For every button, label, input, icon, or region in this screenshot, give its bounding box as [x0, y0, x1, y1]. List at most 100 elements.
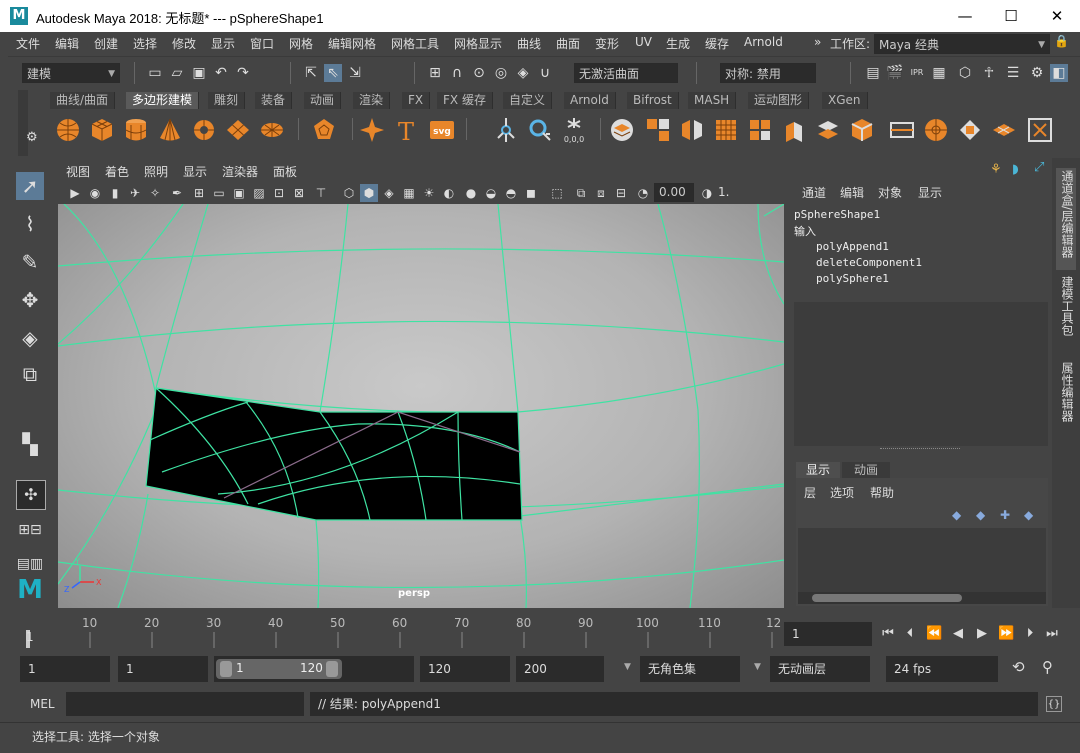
current-frame-field[interactable]: 1 — [784, 622, 872, 646]
menu-create[interactable]: 创建 — [94, 35, 118, 52]
tab-rendering[interactable]: 渲染 — [353, 92, 391, 109]
lasso-tool-icon[interactable]: ⌇ — [16, 210, 44, 238]
step-forward-frame-icon[interactable]: ⏵ — [1022, 626, 1038, 642]
command-input[interactable] — [66, 692, 304, 716]
animation-start-field[interactable]: 1 — [20, 656, 110, 682]
menu-surfaces[interactable]: 曲面 — [556, 35, 580, 52]
cb-input-delete-component[interactable]: deleteComponent1 — [816, 256, 922, 269]
camera-attributes-icon[interactable]: ◉ — [86, 184, 104, 202]
tab-mash[interactable]: MASH — [688, 92, 737, 109]
tab-fx[interactable]: FX — [402, 92, 431, 109]
tab-sculpting[interactable]: 雕刻 — [208, 92, 246, 109]
film-gate-icon[interactable]: ▭ — [210, 184, 228, 202]
menu-overflow-icon[interactable]: » — [814, 35, 821, 49]
bridge-icon[interactable] — [814, 116, 842, 144]
tab-poly-modeling[interactable]: 多边形建模 — [126, 92, 200, 109]
gamma-icon[interactable]: ◑ — [698, 184, 716, 202]
playback-start-field[interactable]: 1 — [118, 656, 208, 682]
grid-icon[interactable]: ⊞ — [190, 184, 208, 202]
animation-end-field[interactable]: 200 — [516, 656, 604, 682]
multi-cut-icon[interactable] — [990, 116, 1018, 144]
field-chart-icon[interactable]: ⊡ — [270, 184, 288, 202]
motion-blur-icon[interactable]: ◒ — [482, 184, 500, 202]
snap-curve-icon[interactable]: ∩ — [448, 64, 466, 82]
layer-menu-help[interactable]: 帮助 — [870, 484, 894, 501]
cb-node-name[interactable]: pSphereShape1 — [794, 208, 880, 221]
range-slider[interactable]: 1 120 — [214, 656, 414, 682]
undo-icon[interactable]: ↶ — [212, 64, 230, 82]
menu-cache[interactable]: 缓存 — [705, 35, 729, 52]
tool-settings-icon[interactable]: ⚙ — [1028, 64, 1046, 82]
2d-pan-zoom-icon[interactable]: ✧ — [146, 184, 164, 202]
chevron-down-icon[interactable]: ▼ — [624, 662, 631, 672]
bookmarks-icon[interactable]: ▮ — [106, 184, 124, 202]
redo-icon[interactable]: ↷ — [234, 64, 252, 82]
exposure-icon[interactable]: ◔ — [634, 184, 652, 202]
append-polygon-icon[interactable] — [888, 116, 916, 144]
type-tool-icon[interactable]: T — [392, 116, 420, 144]
vp-menu-lighting[interactable]: 照明 — [144, 163, 168, 180]
new-layer-selected-icon[interactable]: ◆ — [1024, 508, 1033, 522]
scale-tool-icon[interactable]: ⧉ — [16, 360, 44, 388]
tab-fx-caching[interactable]: FX 缓存 — [437, 92, 493, 109]
menu-set-select[interactable]: 建模 ▼ — [22, 63, 120, 83]
range-end-grip[interactable] — [326, 661, 338, 677]
menu-mesh[interactable]: 网格 — [289, 35, 313, 52]
fps-field[interactable]: 24 fps — [886, 656, 998, 682]
target-weld-icon[interactable] — [1026, 116, 1054, 144]
tab-layer-display[interactable]: 显示 — [796, 462, 840, 478]
menu-edit[interactable]: 编辑 — [55, 35, 79, 52]
play-forwards-icon[interactable]: ▶ — [974, 626, 990, 642]
layer-menu-options[interactable]: 选项 — [830, 484, 854, 501]
poly-torus-icon[interactable] — [190, 116, 218, 144]
graph-layout-icon[interactable]: ▤▥ — [16, 550, 44, 578]
lock-icon[interactable]: 🔒 — [1054, 34, 1069, 48]
layer-editor-toggle-icon[interactable]: ◗ — [1012, 162, 1019, 177]
step-back-key-icon[interactable]: ⏪ — [926, 626, 942, 642]
layer-menu-layers[interactable]: 层 — [804, 484, 816, 501]
tab-animation[interactable]: 动画 — [304, 92, 342, 109]
isolate-select-icon[interactable]: ⬚ — [548, 184, 566, 202]
anim-layer-field[interactable]: 无动画层 — [770, 656, 870, 682]
vp-menu-shading[interactable]: 着色 — [105, 163, 129, 180]
move-tool-icon[interactable]: ✥ — [16, 286, 44, 314]
separate-icon[interactable] — [644, 116, 672, 144]
select-tool-icon[interactable]: ➚ — [16, 172, 44, 200]
step-forward-key-icon[interactable]: ⏩ — [998, 626, 1014, 642]
channel-box-icon[interactable]: ◧ — [1050, 64, 1068, 82]
clean-mesh-icon[interactable] — [526, 116, 554, 144]
render-view-icon[interactable]: ▤ — [864, 64, 882, 82]
menu-edit-mesh[interactable]: 编辑网格 — [328, 35, 376, 52]
range-slider-handle[interactable]: 1 120 — [216, 659, 342, 679]
poly-disc-icon[interactable] — [258, 116, 286, 144]
poly-cone-icon[interactable] — [156, 116, 184, 144]
attribute-editor-icon[interactable]: ☰ — [1004, 64, 1022, 82]
tab-curves-surfaces[interactable]: 曲线/曲面 — [50, 92, 116, 109]
snap-live-icon[interactable]: ◈ — [514, 64, 532, 82]
four-view-layout-icon[interactable]: ✣ — [16, 480, 46, 510]
tab-custom[interactable]: 自定义 — [503, 92, 553, 109]
mesh-wireframe[interactable]: Y X Z — [58, 204, 784, 608]
super-shape-icon[interactable] — [358, 116, 386, 144]
menu-deform[interactable]: 变形 — [595, 35, 619, 52]
shelf-settings-icon[interactable]: ⚙ — [26, 130, 38, 145]
exposure-input[interactable]: 0.00 — [654, 183, 694, 202]
render-settings-icon[interactable]: ▦ — [930, 64, 948, 82]
tab-attribute-editor[interactable]: 属性编辑器 — [1056, 362, 1076, 434]
shelf-handle[interactable] — [18, 90, 28, 156]
xray-joints-icon[interactable]: ⊟ — [612, 184, 630, 202]
safe-title-icon[interactable]: ⊤ — [312, 184, 330, 202]
textured-icon[interactable]: ▦ — [400, 184, 418, 202]
close-button[interactable]: ✕ — [1034, 0, 1080, 32]
new-empty-layer-icon[interactable]: ✚ — [1000, 508, 1010, 522]
tab-xgen[interactable]: XGen — [822, 92, 868, 109]
smooth-icon[interactable] — [712, 116, 740, 144]
use-all-lights-icon[interactable]: ☀ — [420, 184, 438, 202]
layer-scrollbar[interactable] — [798, 592, 1046, 604]
xray-icon[interactable]: ⧉ — [572, 184, 590, 202]
menu-uv[interactable]: UV — [635, 35, 652, 49]
smooth-shade-icon[interactable]: ⬢ — [360, 184, 378, 202]
gate-mask-icon[interactable]: ▨ — [250, 184, 268, 202]
snap-grid-icon[interactable]: ⊞ — [426, 64, 444, 82]
mirror-icon[interactable] — [678, 116, 706, 144]
